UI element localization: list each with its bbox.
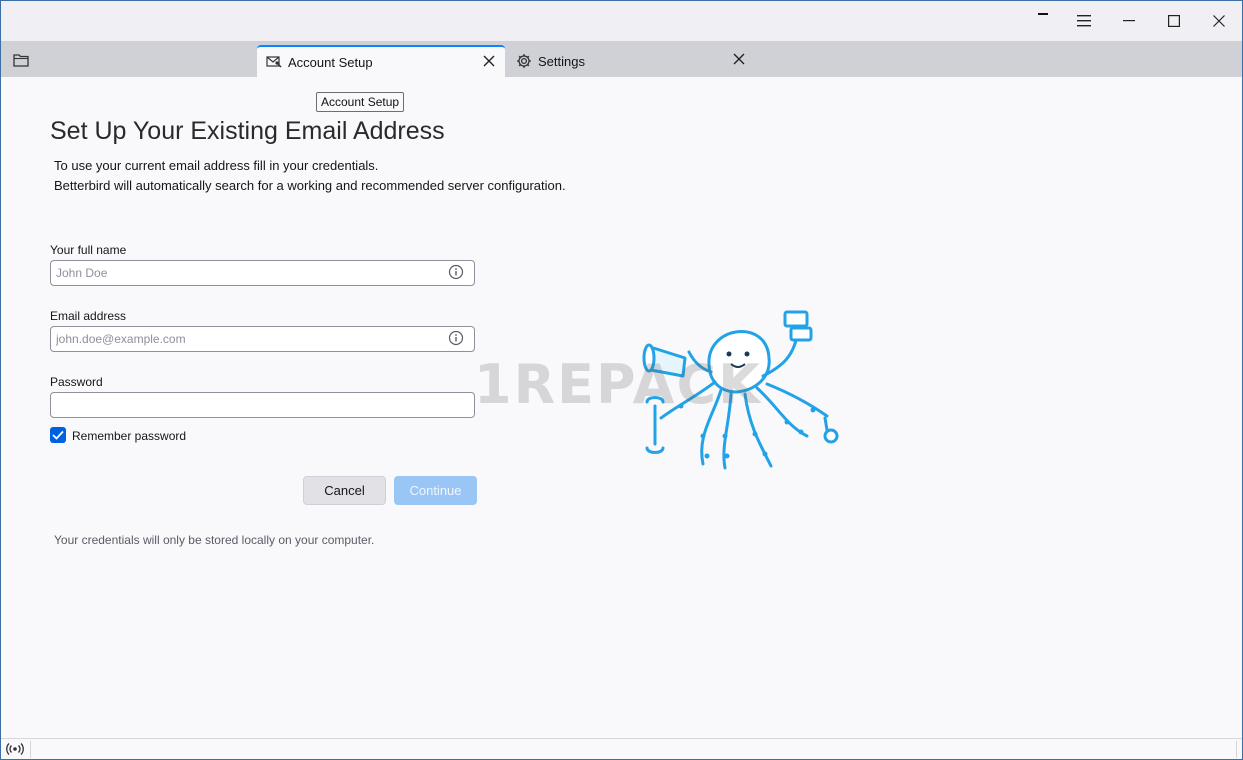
page-title: Set Up Your Existing Email Address — [50, 117, 445, 145]
folder-icon — [13, 54, 29, 67]
status-bar — [1, 738, 1242, 759]
app-menu-button[interactable] — [1061, 1, 1107, 41]
remember-password-checkbox[interactable] — [50, 427, 66, 443]
password-input[interactable] — [50, 392, 475, 418]
close-icon — [733, 53, 745, 65]
cancel-button[interactable]: Cancel — [303, 476, 386, 505]
info-icon[interactable] — [448, 264, 464, 280]
info-icon[interactable] — [448, 330, 464, 346]
minimize-button[interactable] — [1106, 1, 1152, 41]
intro-text-line1: To use your current email address fill i… — [54, 158, 379, 173]
tab-bar: Account Setup Settings — [1, 41, 1242, 77]
app-window: Account Setup Settings Account Setup Set… — [0, 0, 1243, 760]
status-separator — [1236, 741, 1237, 758]
maximize-button[interactable] — [1151, 1, 1197, 41]
tab-close-button[interactable] — [732, 52, 746, 66]
credentials-note: Your credentials will only be stored loc… — [54, 533, 375, 547]
close-icon — [483, 55, 495, 67]
intro-text-line2: Betterbird will automatically search for… — [54, 178, 566, 193]
email-label: Email address — [50, 309, 127, 323]
folder-pane-button[interactable] — [9, 51, 35, 69]
title-bar — [1, 1, 1242, 41]
drag-handle — [1038, 13, 1048, 15]
password-label: Password — [50, 375, 103, 389]
mail-setup-icon — [266, 54, 282, 70]
minimize-icon — [1123, 20, 1135, 22]
gear-icon — [516, 53, 532, 69]
continue-button[interactable]: Continue — [394, 476, 477, 505]
tab-label: Account Setup — [288, 54, 373, 70]
watermark: 1REPACK — [474, 353, 762, 416]
full-name-label: Your full name — [50, 243, 127, 257]
close-icon — [1213, 15, 1225, 27]
full-name-input[interactable] — [50, 260, 475, 286]
hamburger-icon — [1077, 15, 1091, 27]
maximize-icon — [1168, 15, 1180, 27]
checkmark-icon — [52, 430, 64, 440]
tab-settings[interactable]: Settings — [507, 45, 755, 77]
tab-tooltip: Account Setup — [316, 92, 405, 112]
status-separator — [30, 741, 31, 758]
tab-label: Settings — [538, 53, 585, 69]
tab-close-button[interactable] — [482, 54, 496, 68]
email-input[interactable] — [50, 326, 475, 352]
tab-account-setup[interactable]: Account Setup — [257, 45, 505, 77]
remember-password-label[interactable]: Remember password — [72, 429, 186, 443]
online-status-icon[interactable] — [6, 742, 24, 756]
close-window-button[interactable] — [1196, 1, 1242, 41]
